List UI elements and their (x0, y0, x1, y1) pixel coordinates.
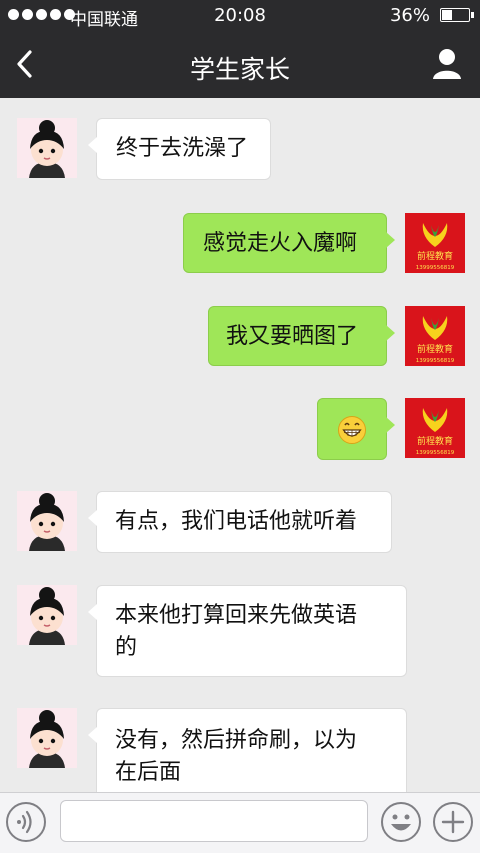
battery-percent: 36% (389, 5, 430, 26)
chat-title: 学生家长 (189, 55, 290, 84)
message-text: 感觉走火入魔啊 (203, 231, 358, 256)
message-bubble[interactable] (317, 398, 395, 460)
message-text: 有点，我们电话他就听着 (115, 509, 358, 534)
message-bubble[interactable]: 感觉走火入魔啊 (183, 213, 395, 273)
message-text-line: 没有，然后拼命刷，以为 (115, 728, 358, 753)
svg-text:13999556819: 13999556819 (416, 265, 455, 271)
contact-avatar[interactable] (17, 491, 77, 551)
message-bubble[interactable]: 我又要晒图了 (208, 306, 395, 366)
emoji-button[interactable] (380, 801, 422, 843)
message-bubble[interactable]: 本来他打算回来先做英语 的 (88, 585, 407, 677)
message-list[interactable]: 终于去洗澡了 前程教育 13999556819 感觉走火入魔啊 前程教育 139… (0, 98, 480, 792)
voice-icon (6, 802, 46, 842)
message-bubble[interactable]: 终于去洗澡了 (88, 118, 271, 180)
contact-avatar[interactable] (17, 118, 77, 178)
grinning-face-emoji (338, 416, 366, 444)
smiley-icon (381, 802, 421, 842)
message-bubble[interactable]: 有点，我们电话他就听着 (88, 491, 392, 553)
contact-avatar[interactable] (17, 708, 77, 768)
status-bar: 中国联通 20:08 36% (0, 0, 480, 30)
svg-text:13999556819: 13999556819 (416, 450, 455, 456)
my-avatar[interactable]: 前程教育 13999556819 (405, 213, 465, 273)
svg-text:13999556819: 13999556819 (416, 358, 455, 364)
svg-text:前程教育: 前程教育 (417, 435, 453, 447)
person-icon (433, 49, 461, 79)
svg-text:前程教育: 前程教育 (417, 250, 453, 262)
more-options-button[interactable] (432, 801, 474, 843)
message-text: 终于去洗澡了 (116, 136, 249, 161)
message-bubble[interactable]: 没有，然后拼命刷，以为 在后面 (88, 708, 407, 792)
chat-info-button[interactable] (428, 46, 466, 82)
plus-icon (433, 802, 473, 842)
input-bar (0, 792, 480, 853)
my-avatar[interactable]: 前程教育 13999556819 (405, 306, 465, 366)
voice-input-button[interactable] (5, 801, 47, 843)
message-text: 我又要晒图了 (226, 324, 359, 349)
message-text-line: 本来他打算回来先做英语 (115, 603, 358, 628)
svg-text:前程教育: 前程教育 (417, 343, 453, 355)
message-input[interactable] (60, 800, 368, 842)
my-avatar[interactable]: 前程教育 13999556819 (405, 398, 465, 458)
message-text-line: 在后面 (115, 760, 182, 785)
nav-bar: 学生家长 (0, 30, 480, 98)
contact-avatar[interactable] (17, 585, 77, 645)
battery-icon (440, 8, 474, 22)
message-text-line: 的 (115, 635, 138, 660)
